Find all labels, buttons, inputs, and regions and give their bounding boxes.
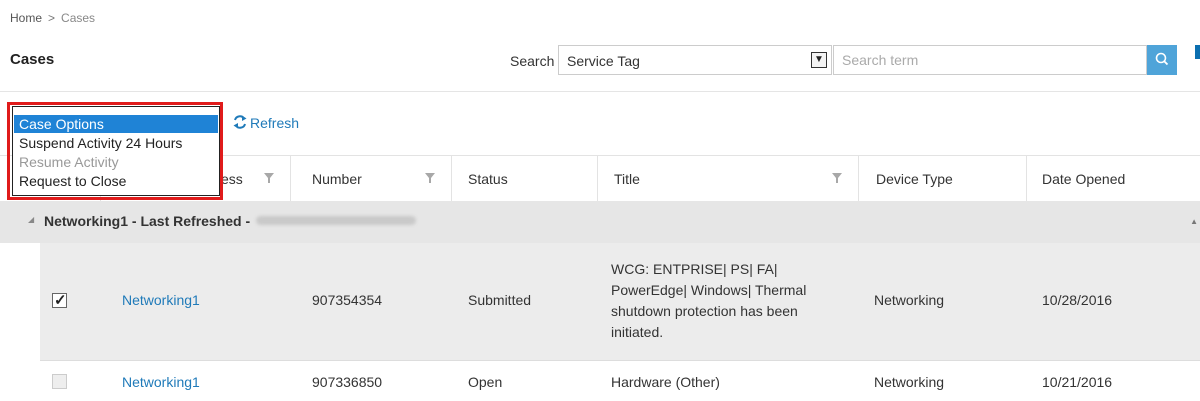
filter-icon[interactable] bbox=[264, 173, 274, 183]
column-header-label: Number bbox=[312, 171, 362, 187]
title-line: initiated. bbox=[611, 324, 664, 340]
column-header-device-type[interactable]: Device Type bbox=[858, 156, 1026, 202]
row-checkbox[interactable]: ✓ bbox=[52, 292, 67, 309]
search-button[interactable] bbox=[1147, 45, 1177, 75]
column-header-status[interactable]: Status bbox=[451, 156, 597, 202]
title-line: WCG: ENTPRISE| PS| FA| bbox=[611, 261, 778, 277]
refresh-button[interactable]: Refresh bbox=[232, 114, 299, 131]
header-divider bbox=[0, 91, 1200, 92]
column-header-label: Status bbox=[468, 171, 508, 187]
table-row[interactable]: ✓ Networking1 907354354 Submitted WCG: E… bbox=[40, 243, 1200, 361]
case-status: Open bbox=[468, 374, 503, 390]
highlight-outline bbox=[7, 102, 223, 200]
page-title: Cases bbox=[10, 51, 55, 68]
column-header-label: Date Opened bbox=[1042, 171, 1126, 187]
filter-icon[interactable] bbox=[425, 173, 435, 183]
case-name-link[interactable]: Networking1 bbox=[122, 292, 200, 308]
case-title: WCG: ENTPRISE| PS| FA| PowerEdge| Window… bbox=[611, 259, 841, 343]
device-type: Networking bbox=[874, 374, 945, 390]
title-line: shutdown protection has been bbox=[611, 303, 798, 319]
column-header-date-opened[interactable]: Date Opened bbox=[1026, 156, 1200, 202]
cropped-accent-bar bbox=[1195, 45, 1200, 59]
case-number: 907336850 bbox=[312, 374, 383, 390]
refresh-label: Refresh bbox=[250, 115, 300, 131]
checkmark-icon: ✓ bbox=[54, 292, 67, 309]
search-term-input[interactable] bbox=[833, 45, 1147, 75]
breadcrumb-separator: > bbox=[48, 11, 56, 25]
chevron-down-icon[interactable]: ▼ bbox=[811, 52, 827, 68]
date-opened: 10/28/2016 bbox=[1042, 292, 1113, 308]
case-title: Hardware (Other) bbox=[611, 374, 720, 390]
collapse-triangle-icon[interactable]: ◢ bbox=[28, 215, 34, 224]
case-name-link[interactable]: Networking1 bbox=[122, 374, 200, 390]
column-header-label: Title bbox=[614, 171, 640, 187]
refresh-icon bbox=[233, 115, 247, 129]
filter-icon[interactable] bbox=[832, 173, 842, 183]
column-header-label: ess bbox=[221, 171, 243, 187]
group-label: Networking1 - Last Refreshed - bbox=[44, 213, 417, 229]
date-opened: 10/21/2016 bbox=[1042, 374, 1113, 390]
search-by-selected-value: Service Tag bbox=[567, 53, 640, 69]
case-status: Submitted bbox=[468, 292, 532, 308]
breadcrumb: Home > Cases bbox=[10, 11, 95, 25]
redacted-timestamp bbox=[256, 216, 417, 225]
scroll-up-icon[interactable]: ▲ bbox=[1190, 217, 1198, 226]
title-line: PowerEdge| Windows| Thermal bbox=[611, 282, 807, 298]
case-number: 907354354 bbox=[312, 292, 383, 308]
column-header-label: Device Type bbox=[876, 171, 953, 187]
device-type: Networking bbox=[874, 292, 945, 308]
table-row[interactable]: Networking1 907336850 Open Hardware (Oth… bbox=[40, 361, 1200, 401]
breadcrumb-current: Cases bbox=[61, 11, 96, 25]
group-row[interactable]: ◢ Networking1 - Last Refreshed - ▲ bbox=[0, 201, 1200, 243]
search-by-select[interactable]: Service Tag ▼ bbox=[558, 45, 832, 75]
breadcrumb-home-link[interactable]: Home bbox=[10, 11, 42, 25]
group-title: Networking1 - Last Refreshed - bbox=[44, 213, 251, 229]
search-icon bbox=[1155, 52, 1169, 66]
row-checkbox[interactable] bbox=[52, 374, 67, 389]
column-header-number[interactable]: Number bbox=[290, 156, 451, 202]
column-header-title[interactable]: Title bbox=[597, 156, 858, 202]
